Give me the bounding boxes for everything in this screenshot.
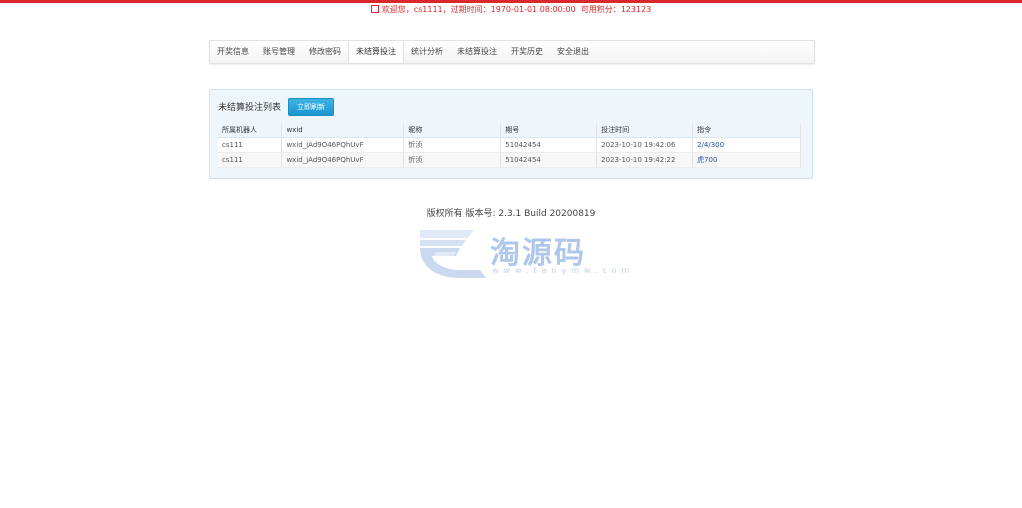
- cell-nickname: 忻浈: [403, 137, 502, 153]
- column-header-period: 期号: [500, 123, 598, 138]
- cell-period: 51042454: [500, 137, 598, 153]
- cell-bet-time: 2023-10-10 19:42:06: [596, 137, 694, 153]
- cell-wxid: wxid_jAd9O46PQhUvF: [281, 152, 405, 168]
- bets-table: 所属机器人 wxid 昵称 期号 投注时间 指令 cs111 wxid_jAd9…: [218, 123, 801, 168]
- checkbox-icon[interactable]: [370, 5, 379, 13]
- nav-item-account-management[interactable]: 账号管理: [256, 41, 302, 63]
- table-row: cs111 wxid_jAd9O46PQhUvF 忻浈 51042454 202…: [218, 137, 801, 153]
- credits-value: 123123: [620, 5, 652, 14]
- credits-label: 可用积分：: [580, 5, 621, 14]
- cell-command: 虎700: [692, 152, 801, 168]
- column-header-robot: 所属机器人: [218, 123, 283, 138]
- column-header-command: 指令: [692, 123, 801, 138]
- watermark: 淘源码 www.taoymw.com: [416, 228, 629, 280]
- cell-wxid: wxid_jAd9O46PQhUvF: [281, 137, 405, 153]
- watermark-logo-icon: [420, 230, 486, 278]
- welcome-prefix: 欢迎您，cs1111，过期时间：: [381, 5, 491, 14]
- nav-item-logout[interactable]: 安全退出: [550, 41, 596, 63]
- refresh-button[interactable]: 立即刷新: [288, 98, 334, 116]
- nav-item-statistics[interactable]: 统计分析: [404, 41, 450, 63]
- cell-bet-time: 2023-10-10 19:42:22: [596, 152, 694, 168]
- footer-copyright: 版权所有 版本号: 2.3.1 Build 20200819: [426, 209, 596, 219]
- nav-item-lottery-history[interactable]: 开奖历史: [504, 41, 550, 63]
- main-nav: 开奖信息 账号管理 修改密码 未结算投注 统计分析 未结算投注 开奖历史 安全退…: [209, 40, 815, 64]
- nav-item-unsettled-bets[interactable]: 未结算投注: [348, 41, 404, 63]
- cell-period: 51042454: [500, 152, 598, 168]
- cell-command: 2/4/300: [692, 137, 801, 153]
- column-header-wxid: wxid: [281, 123, 405, 138]
- welcome-bar: 欢迎您，cs1111，过期时间：1970-01-01 08:00:00 可用积分…: [0, 4, 1022, 15]
- cell-robot: cs111: [218, 137, 283, 153]
- top-accent-bar: [0, 0, 1022, 3]
- table-header-row: 所属机器人 wxid 昵称 期号 投注时间 指令: [218, 123, 801, 138]
- column-header-nickname: 昵称: [403, 123, 502, 138]
- unsettled-bets-panel: 未结算投注列表 立即刷新 所属机器人 wxid 昵称 期号 投注时间 指令 cs…: [209, 89, 813, 179]
- watermark-url: www.taoymw.com: [492, 266, 635, 275]
- panel-title: 未结算投注列表: [218, 103, 282, 113]
- nav-item-change-password[interactable]: 修改密码: [302, 41, 348, 63]
- cell-nickname: 忻浈: [403, 152, 502, 168]
- table-row: cs111 wxid_jAd9O46PQhUvF 忻浈 51042454 202…: [218, 152, 801, 168]
- column-header-bet-time: 投注时间: [596, 123, 694, 138]
- cell-robot: cs111: [218, 152, 283, 168]
- expire-time: 1970-01-01 08:00:00: [490, 5, 576, 14]
- nav-item-lottery-info[interactable]: 开奖信息: [210, 41, 256, 63]
- nav-item-unsettled-bets-2[interactable]: 未结算投注: [450, 41, 504, 63]
